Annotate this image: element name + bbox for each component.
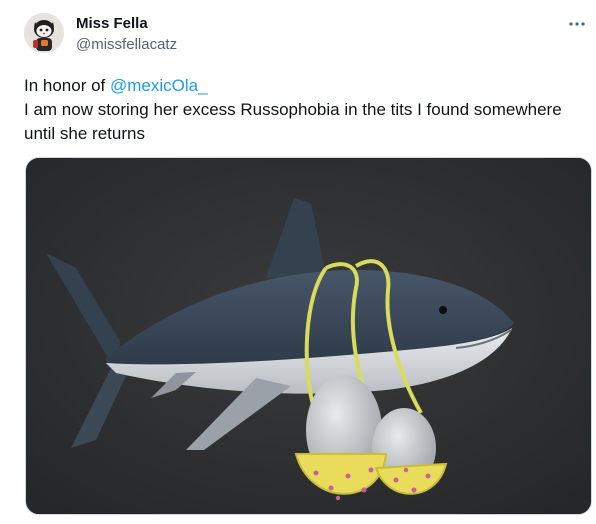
tweet-prefix: In honor of [24, 76, 111, 95]
shark-render-image [26, 158, 591, 514]
tweet-line-1: In honor of @mexicOla_ [24, 74, 584, 98]
avatar-image [24, 13, 64, 53]
more-horizontal-icon [569, 22, 585, 26]
tweet[interactable]: Miss Fella @missfellacatz In honor of @m… [0, 0, 596, 524]
tweet-line-3: until she returns [24, 124, 145, 143]
tweet-text: In honor of @mexicOla_ I am now storing … [24, 74, 584, 146]
author-handle[interactable]: @missfellacatz [76, 35, 177, 55]
tweet-media[interactable] [25, 157, 592, 515]
author-display-name[interactable]: Miss Fella [76, 14, 148, 34]
tweet-line-2: I am now storing her excess Russophobia … [24, 100, 562, 119]
more-options-button[interactable] [566, 14, 588, 34]
mention-link[interactable]: @mexicOla_ [110, 76, 208, 95]
avatar[interactable] [24, 13, 64, 53]
